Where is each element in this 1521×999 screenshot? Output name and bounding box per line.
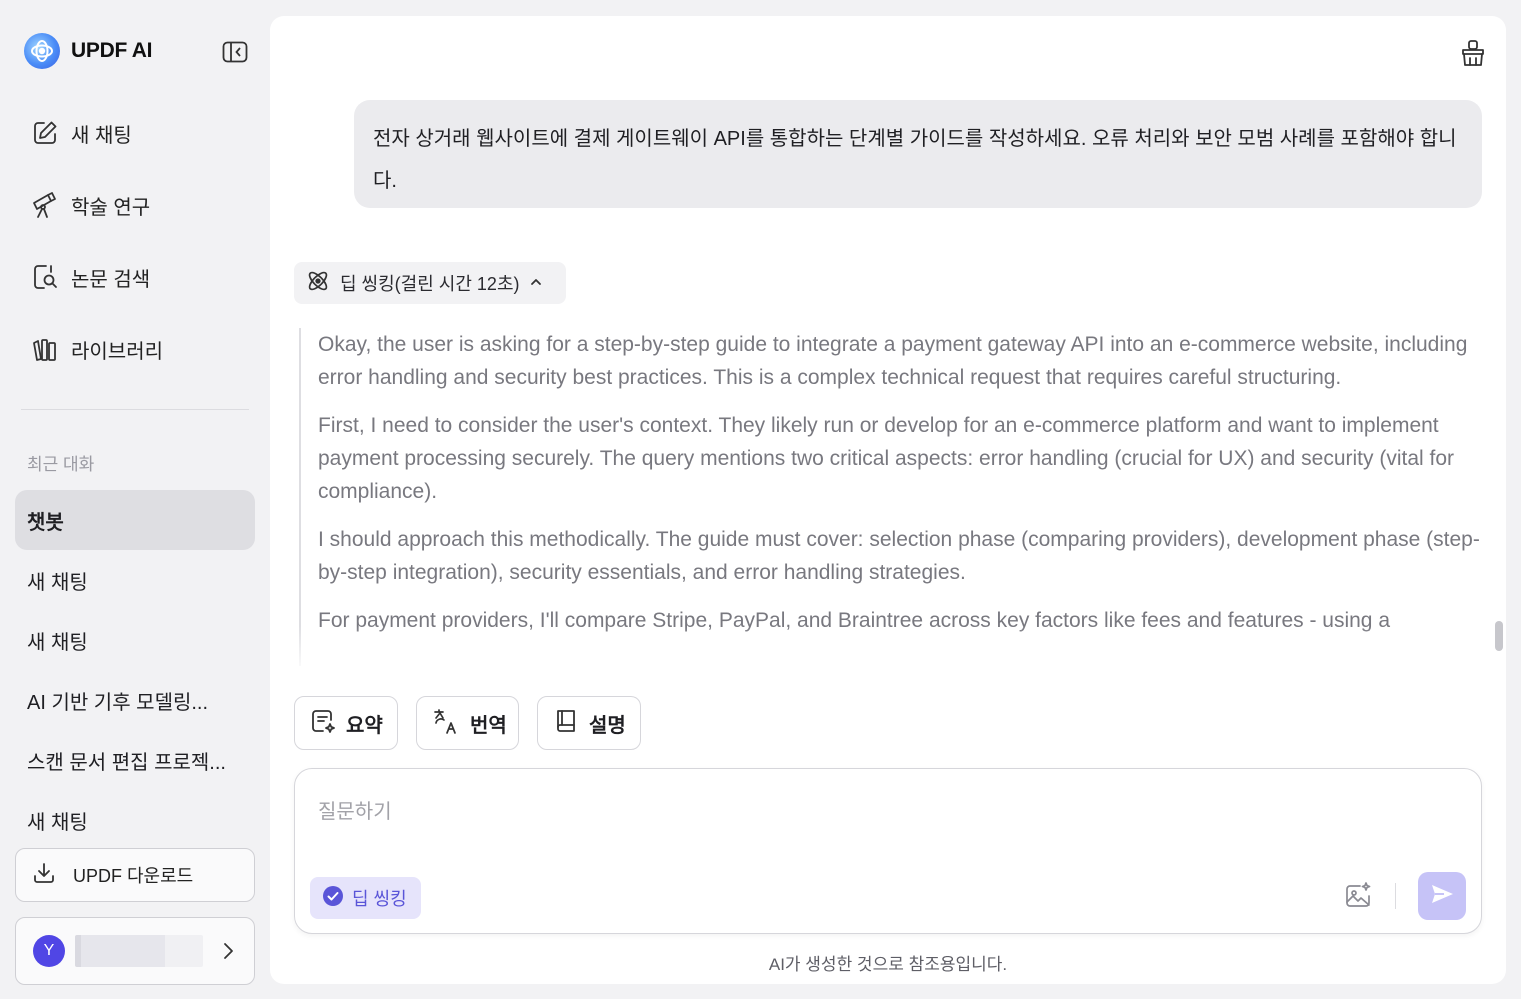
chevron-right-icon (222, 942, 234, 965)
send-button[interactable] (1418, 872, 1466, 920)
recent-item[interactable]: AI 기반 기후 모델링... (15, 670, 255, 730)
check-circle-icon (322, 885, 344, 912)
new-chat-icon (31, 119, 59, 147)
paper-search-icon (31, 263, 59, 291)
telescope-icon (31, 191, 59, 219)
atom-icon (305, 268, 331, 299)
scrollbar-thumb[interactable] (1495, 621, 1503, 651)
chat-panel: 전자 상거래 웹사이트에 결제 게이트웨이 API를 통합하는 단계별 가이드를… (270, 16, 1506, 984)
action-label: 설명 (589, 714, 626, 737)
recent-item[interactable]: 스캔 문서 편집 프로젝... (15, 730, 255, 790)
send-icon (1429, 881, 1455, 912)
thinking-paragraph: Okay, the user is asking for a step-by-s… (318, 333, 1468, 389)
deep-thinking-label: 딥 씽킹(걸린 시간 12초) (340, 274, 520, 294)
user-name-redacted (75, 935, 203, 967)
user-account[interactable]: Y (15, 917, 255, 985)
recent-item-active[interactable]: 챗봇 (15, 490, 255, 550)
ai-disclaimer: AI가 생성한 것으로 참조용입니다. (768, 955, 1008, 974)
download-updf-button[interactable]: UPDF 다운로드 (15, 848, 255, 902)
nav-label: 학술 연구 (71, 196, 151, 219)
recent-item[interactable]: 새 채팅 (15, 790, 255, 850)
thinking-content: Okay, the user is asking for a step-by-s… (299, 328, 1489, 666)
download-icon (32, 861, 56, 890)
thinking-fade-overlay (294, 626, 1484, 670)
translate-icon (432, 707, 460, 740)
explain-button[interactable]: 설명 (537, 696, 641, 750)
summarize-icon (310, 708, 336, 739)
nav-new-chat[interactable]: 새 채팅 (31, 118, 132, 148)
deep-thinking-chip-label: 딥 씽킹 (352, 889, 407, 909)
deep-thinking-toggle[interactable]: 딥 씽킹(걸린 시간 12초) (294, 262, 566, 304)
thinking-paragraph: I should approach this methodically. The… (318, 528, 1480, 584)
brand[interactable]: UPDF AI (24, 33, 152, 69)
nav-academic-research[interactable]: 학술 연구 (31, 190, 150, 220)
chevron-up-icon (530, 274, 542, 292)
download-label: UPDF 다운로드 (73, 866, 194, 886)
sidebar-divider (21, 409, 249, 410)
thinking-paragraph: First, I need to consider the user's con… (318, 414, 1455, 503)
avatar: Y (33, 935, 65, 967)
nav-label: 새 채팅 (71, 124, 132, 147)
question-input[interactable] (318, 795, 1318, 835)
library-icon (31, 335, 59, 363)
composer: 딥 씽킹 (294, 768, 1482, 934)
sidebar: UPDF AI 새 채팅 학술 연구 논문 검색 라이브러리 최근 대화 챗봇 … (0, 0, 270, 999)
nav-paper-search[interactable]: 논문 검색 (31, 262, 150, 292)
summarize-button[interactable]: 요약 (294, 696, 398, 750)
updf-ai-logo-icon (24, 33, 60, 69)
clear-chat-broom-icon[interactable] (1458, 38, 1488, 68)
image-upload-icon[interactable] (1343, 881, 1373, 911)
nav-library[interactable]: 라이브러리 (31, 334, 163, 364)
deep-thinking-chip[interactable]: 딥 씽킹 (310, 877, 421, 919)
action-label: 요약 (346, 714, 383, 737)
nav-label: 논문 검색 (71, 268, 151, 291)
collapse-sidebar-icon[interactable] (222, 41, 248, 63)
recent-conversations-title: 최근 대화 (27, 455, 95, 474)
composer-divider (1395, 883, 1396, 909)
app-name: UPDF AI (71, 39, 153, 62)
recent-item[interactable]: 새 채팅 (15, 610, 255, 670)
explain-book-icon (553, 708, 579, 739)
recent-item[interactable]: 새 채팅 (15, 550, 255, 610)
translate-button[interactable]: 번역 (416, 696, 519, 750)
nav-label: 라이브러리 (71, 340, 163, 363)
user-message: 전자 상거래 웹사이트에 결제 게이트웨이 API를 통합하는 단계별 가이드를… (354, 100, 1482, 208)
action-label: 번역 (470, 714, 507, 737)
